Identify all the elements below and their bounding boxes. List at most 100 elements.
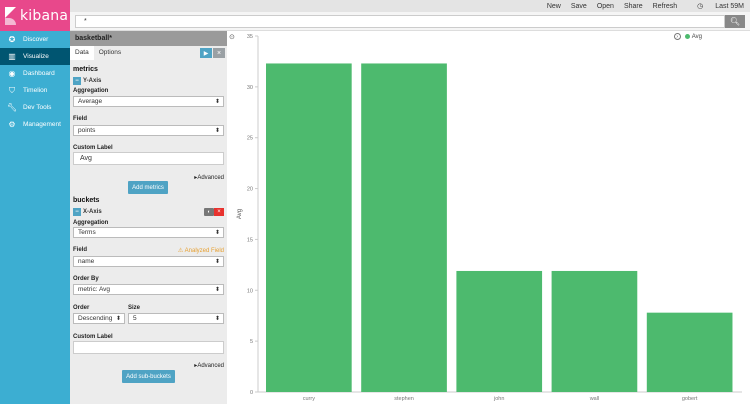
legend: › Avg <box>673 33 702 40</box>
field-label: Field <box>73 247 88 253</box>
open-button[interactable]: Open <box>597 3 614 10</box>
nav-item-label: Management <box>23 121 61 128</box>
collapse-icon[interactable]: − <box>73 77 81 85</box>
nav-item-label: Discover <box>23 36 49 43</box>
close-icon: × <box>216 49 222 57</box>
play-icon: ▶ <box>203 50 209 57</box>
search-button[interactable]: 🔍︎ <box>725 15 745 28</box>
collapse-icon[interactable]: − <box>73 208 81 216</box>
size-label: Size <box>128 305 141 311</box>
editor-tabs: Data Options ▶ × <box>70 46 227 60</box>
x-tick-label: wall <box>589 396 599 402</box>
nav-item-visualize[interactable]: ▥ Visualize <box>0 48 70 65</box>
legend-entry-avg[interactable]: Avg <box>692 34 702 40</box>
order-label: Order <box>73 305 90 311</box>
size-value: 5 <box>133 315 137 322</box>
bucket-aggregation-value: Terms <box>78 229 96 236</box>
select-arrows-icon: ⬍ <box>115 316 121 322</box>
nav-item-label: Visualize <box>23 53 49 60</box>
select-arrows-icon: ⬍ <box>214 128 220 134</box>
custom-label-label: Custom Label <box>73 334 113 340</box>
bucket-advanced-toggle[interactable]: ▸Advanced <box>194 362 224 369</box>
select-arrows-icon: ⬍ <box>214 230 220 236</box>
y-axis-title: Avg <box>237 209 243 219</box>
x-tick-label: gobert <box>682 396 698 402</box>
tab-options[interactable]: Options <box>94 46 126 60</box>
y-tick-label: 0 <box>250 390 253 396</box>
add-sub-buckets-button[interactable]: Add sub-buckets <box>122 370 175 383</box>
bar-chart: 0 5 10 15 20 25 30 35 Avg curry stephen john wall gob… <box>237 34 742 402</box>
share-button[interactable]: Share <box>624 3 643 10</box>
remove-bucket-button[interactable]: × <box>214 208 224 216</box>
kibana-logo-icon <box>5 6 16 25</box>
x-tick-label: john <box>493 396 504 402</box>
nav-item-dashboard[interactable]: ◉ Dashboard <box>0 65 70 82</box>
discard-changes-button[interactable]: × <box>213 48 225 58</box>
new-button[interactable]: New <box>547 3 561 10</box>
order-value: Descending <box>78 315 113 322</box>
order-by-select[interactable]: metric: Avg ⬍ <box>73 284 224 295</box>
nav-item-timelion[interactable]: ⛉ Timelion <box>0 82 70 99</box>
y-tick-label: 25 <box>247 136 253 142</box>
metric-aggregation-value: Average <box>78 98 103 105</box>
refresh-button[interactable]: Refresh <box>653 3 678 10</box>
nav-item-dev-tools[interactable]: 🔧︎ Dev Tools <box>0 99 70 116</box>
bar-wall <box>551 270 638 392</box>
search-input[interactable]: * <box>75 15 725 28</box>
kibana-logo[interactable]: kibana <box>0 0 70 31</box>
index-pattern-title: basketball* <box>70 31 227 46</box>
bucket-field-value: name <box>78 258 95 265</box>
toggle-visibility-button[interactable]: ◐ <box>204 208 214 216</box>
top-menu-bar: New Save Open Share Refresh ◷ Last 59M <box>70 0 750 12</box>
close-icon: × <box>217 209 221 215</box>
vis-editor-sidebar: basketball* Data Options ▶ × metrics − Y… <box>70 31 227 404</box>
clock-icon: ◷ <box>697 3 704 10</box>
bucket-field-select[interactable]: name ⬍ <box>73 256 224 267</box>
metric-advanced-toggle[interactable]: ▸Advanced <box>194 174 224 181</box>
search-icon: 🔍︎ <box>729 17 741 26</box>
stepper-arrows-icon[interactable]: ⬍ <box>215 314 220 324</box>
x-axis-agg-header[interactable]: − X-Axis <box>73 208 102 216</box>
bucket-advanced-label: Advanced <box>197 363 224 369</box>
y-axis-agg-header[interactable]: − Y-Axis <box>73 77 101 85</box>
metric-field-value: points <box>78 127 96 134</box>
y-tick-label: 5 <box>250 339 253 345</box>
bucket-controls: ◐ × <box>204 208 224 216</box>
app-name: kibana <box>20 7 69 24</box>
wrench-icon: 🔧︎ <box>7 103 18 112</box>
nav-item-label: Timelion <box>23 87 48 94</box>
time-picker[interactable]: ◷ Last 59M <box>687 2 744 10</box>
metric-field-select[interactable]: points ⬍ <box>73 125 224 136</box>
y-tick-label: 30 <box>247 85 253 91</box>
bar-curry <box>266 63 352 392</box>
save-button[interactable]: Save <box>571 3 587 10</box>
visualization-panel: ⊙ 0 5 10 15 20 25 30 35 Avg curry stephen john wall g… <box>227 31 750 404</box>
y-tick-label: 10 <box>247 288 253 294</box>
sidebar-nav: kibana ✪ Discover ▥ Visualize ◉ Dashboar… <box>0 0 70 404</box>
y-axis-label: Y-Axis <box>83 78 102 84</box>
warning-icon: ⚠ <box>177 248 184 254</box>
bucket-custom-label-input[interactable] <box>73 341 224 354</box>
dashboard-icon: ◉ <box>8 69 16 78</box>
metric-aggregation-select[interactable]: Average ⬍ <box>73 96 224 107</box>
buckets-heading: buckets <box>73 197 100 204</box>
order-by-label: Order By <box>73 276 99 282</box>
size-input[interactable]: 5 ⬍ <box>128 313 224 324</box>
x-tick-label: curry <box>303 396 315 402</box>
apply-changes-button[interactable]: ▶ <box>200 48 212 58</box>
legend-toggle-icon[interactable]: › <box>673 33 681 40</box>
order-select[interactable]: Descending ⬍ <box>73 313 125 324</box>
nav-item-management[interactable]: ⚙ Management <box>0 116 70 133</box>
bucket-aggregation-select[interactable]: Terms ⬍ <box>73 227 224 238</box>
legend-swatch <box>684 34 690 39</box>
aggregation-label: Aggregation <box>73 88 109 94</box>
nav-item-discover[interactable]: ✪ Discover <box>0 31 70 48</box>
order-by-value: metric: Avg <box>78 286 111 293</box>
x-axis-label: X-Axis <box>83 209 102 215</box>
add-metrics-button[interactable]: Add metrics <box>128 181 168 194</box>
metric-custom-label-input[interactable]: Avg <box>73 152 224 165</box>
y-tick-label: 15 <box>247 237 253 243</box>
nav-item-label: Dashboard <box>23 70 55 77</box>
tab-data[interactable]: Data <box>70 46 94 60</box>
gear-icon: ⚙ <box>8 120 16 129</box>
